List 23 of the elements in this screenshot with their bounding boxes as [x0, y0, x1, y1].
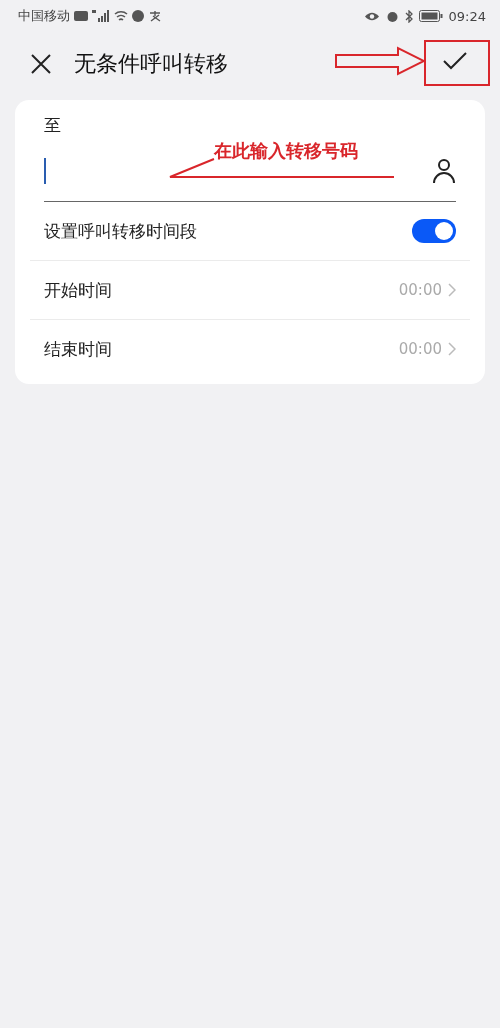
toggle-switch[interactable] [412, 219, 456, 243]
app-icon [148, 10, 162, 22]
eye-icon [363, 10, 380, 22]
battery-icon [418, 10, 443, 22]
page-title: 无条件呼叫转移 [74, 50, 228, 78]
chevron-icon [448, 342, 456, 356]
annotation-box [424, 40, 490, 86]
row-label: 结束时间 [44, 337, 113, 361]
number-field[interactable]: 在此输入转移号码 [44, 141, 456, 202]
time-value: 00:00 [398, 281, 442, 299]
time-value: 00:00 [398, 340, 442, 358]
field-label: 至 [43, 114, 62, 137]
chevron-icon [448, 283, 456, 297]
row-label: 设置呼叫转移时间段 [44, 219, 198, 243]
signal-icon [92, 10, 110, 22]
carrier-name: 中国移动 [18, 7, 70, 25]
annotation-text: 在此输入转移号码 [214, 139, 358, 163]
close-button[interactable] [30, 53, 52, 75]
contact-icon[interactable] [432, 158, 456, 184]
wifi-icon [114, 10, 128, 22]
row-label: 开始时间 [44, 278, 113, 302]
clock-time: 09:24 [448, 8, 486, 24]
bluetooth-icon [404, 9, 413, 23]
